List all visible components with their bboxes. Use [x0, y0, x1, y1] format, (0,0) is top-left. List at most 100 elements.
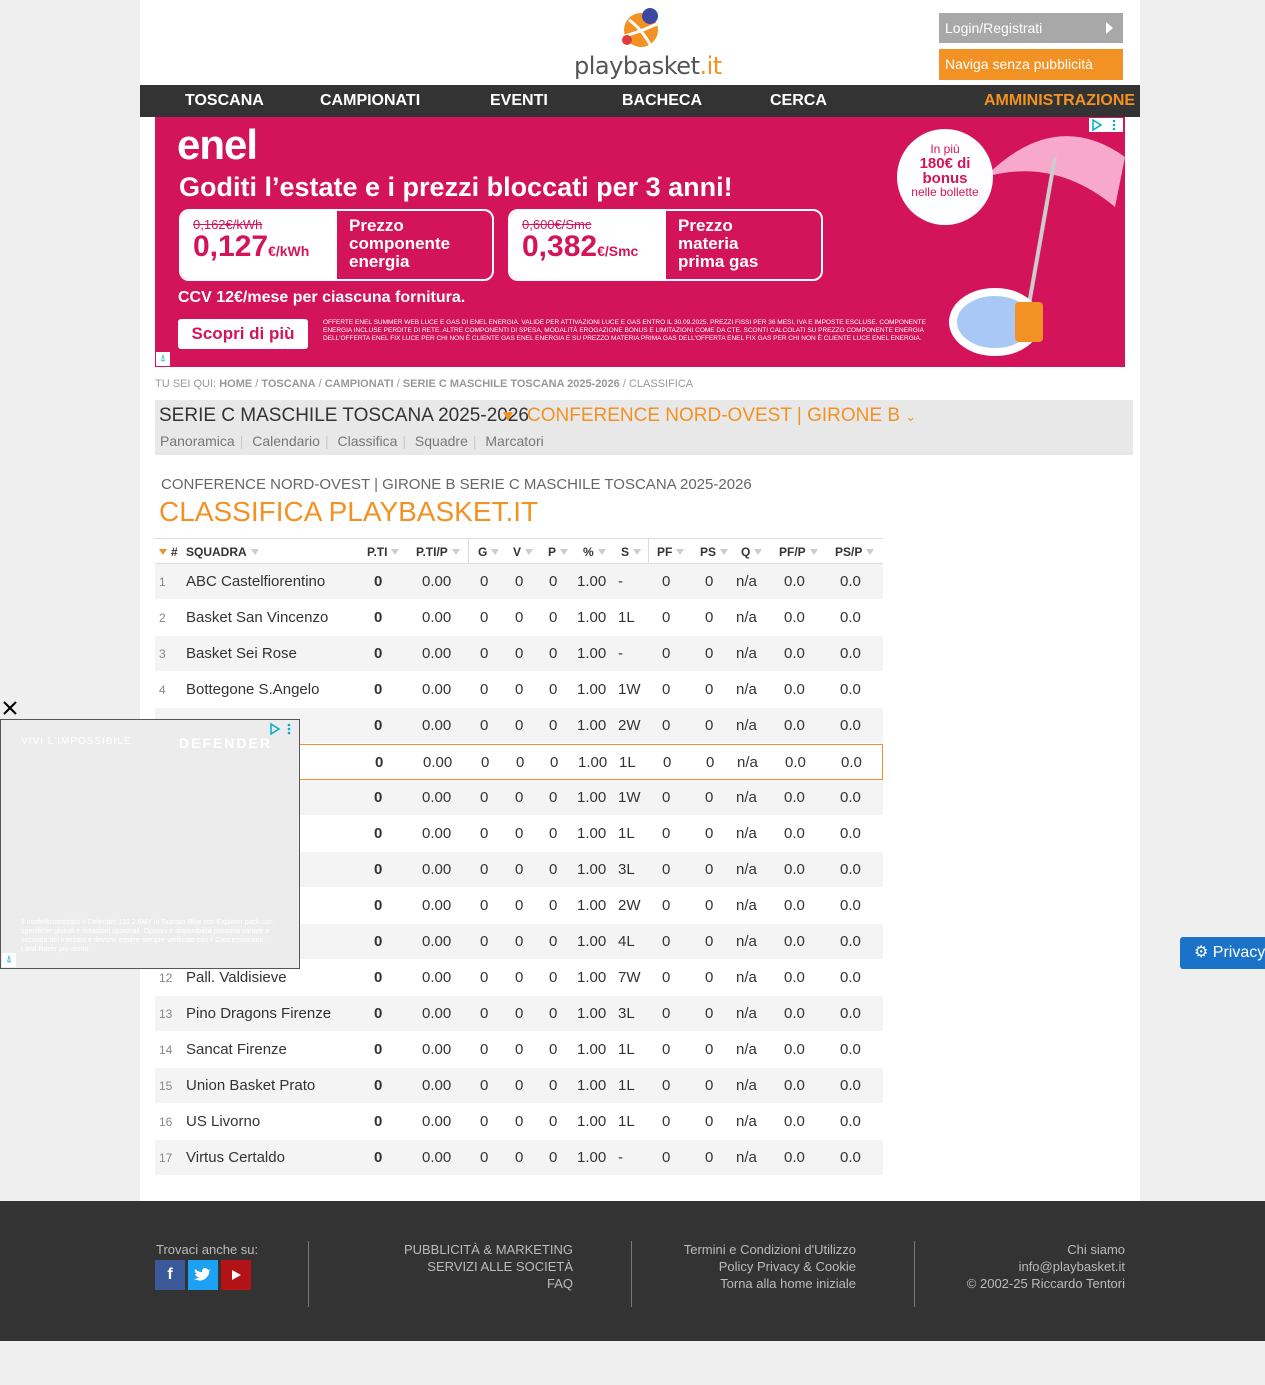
- cell-team[interactable]: Pino Dragons Firenze: [186, 1005, 331, 1022]
- tab-marcatori[interactable]: Marcatori: [485, 433, 543, 449]
- nav-item-amministrazione[interactable]: AMMINISTRAZIONE: [984, 85, 1135, 117]
- overlay-ad[interactable]: VIVI L'IMPOSSIBILE DEFENDER Il modello m…: [0, 719, 300, 969]
- col-header-pf-p[interactable]: PF/P: [779, 545, 818, 559]
- sort-desc-icon: [159, 549, 167, 555]
- table-row[interactable]: 4 Bottegone S.Angelo 0 0.00 0 0 0 1.00 1W 0 0 n/a 0.…: [155, 672, 883, 708]
- adchoices-icon[interactable]: [1089, 118, 1123, 132]
- col-header-v[interactable]: V: [513, 545, 534, 559]
- cell-team[interactable]: Virtus Certaldo: [186, 1149, 285, 1166]
- cell-pf-p: 0.0: [785, 754, 806, 771]
- col-header-pti-p[interactable]: P.TI/P: [416, 545, 460, 559]
- col-header-pf[interactable]: PF: [657, 545, 685, 559]
- cell-pti-p: 0.00: [422, 789, 452, 806]
- cell-team[interactable]: Basket San Vincenzo: [186, 609, 328, 626]
- cell-g: 0: [480, 1005, 489, 1022]
- ad-banner[interactable]: enel Goditi l’estate e i prezzi bloccati…: [155, 117, 1125, 367]
- table-row[interactable]: 13 Pino Dragons Firenze 0 0.00 0 0 0 1.00 3L 0 0 n/…: [155, 996, 883, 1032]
- cell-rank: 1: [159, 575, 166, 589]
- footer-link-faq[interactable]: FAQ: [380, 1275, 573, 1292]
- tab-panoramica[interactable]: Panoramica: [160, 433, 235, 449]
- table-row[interactable]: 1 ABC Castelfiorentino 0 0.00 0 0 0 1.00- 0 0 n/a 0…: [155, 564, 883, 600]
- cell-v: 0: [515, 1113, 524, 1130]
- col-header-ps[interactable]: PS: [700, 545, 729, 559]
- cell-streak: -: [618, 573, 623, 590]
- table-row[interactable]: 2 Basket San Vincenzo 0 0.00 0 0 0 1.00 1L 0 0 n/a 0…: [155, 600, 883, 636]
- cell-streak: 1L: [619, 754, 636, 771]
- cell-team[interactable]: Basket Sei Rose: [186, 645, 297, 662]
- cell-ps-p: 0.0: [840, 609, 861, 626]
- ad-info-icon[interactable]: ⍋: [2, 953, 16, 967]
- nav-item-toscana[interactable]: TOSCANA: [185, 85, 264, 117]
- footer: Trovaci anche su: f PUBBLICITÀ & MARKETI…: [0, 1201, 1265, 1341]
- cell-streak: 1L: [618, 825, 635, 842]
- cell-pf-p: 0.0: [784, 1113, 805, 1130]
- cell-team[interactable]: ABC Castelfiorentino: [186, 573, 325, 590]
- cell-ps-p: 0.0: [840, 645, 861, 662]
- cell-team[interactable]: Sancat Firenze: [186, 1041, 287, 1058]
- table-row[interactable]: 16 US Livorno 0 0.00 0 0 0 1.00 1L 0 0 n/a 0.0 0.0: [155, 1104, 883, 1140]
- footer-link-termini[interactable]: Termini e Condizioni d'Utilizzo: [660, 1241, 856, 1258]
- col-header-p[interactable]: P: [548, 545, 569, 559]
- table-row[interactable]: 17 Virtus Certaldo 0 0.00 0 0 0 1.00- 0 0 n/a 0.0 0.…: [155, 1140, 883, 1176]
- cell-streak: 4L: [618, 933, 635, 950]
- nav-item-eventi[interactable]: EVENTI: [490, 85, 548, 117]
- nav-item-bacheca[interactable]: BACHECA: [622, 85, 702, 117]
- col-header-s[interactable]: S: [621, 545, 642, 559]
- cell-team[interactable]: Pall. Valdisieve: [186, 969, 287, 986]
- breadcrumb-league[interactable]: SERIE C MASCHILE TOSCANA 2025-2026: [403, 378, 620, 390]
- ad-price-unit: €/kWh: [268, 243, 310, 259]
- table-row[interactable]: 15 Union Basket Prato 0 0.00 0 0 0 1.00 1L 0 0 n/a 0…: [155, 1068, 883, 1104]
- cell-pf: 0: [662, 681, 671, 698]
- table-row[interactable]: 14 Sancat Firenze 0 0.00 0 0 0 1.00 1L 0 0 n/a 0.0 0.…: [155, 1032, 883, 1068]
- col-header-pti[interactable]: P.TI: [367, 545, 400, 559]
- footer-email[interactable]: info@playbasket.it: [925, 1258, 1125, 1275]
- breadcrumb-campionati[interactable]: CAMPIONATI: [325, 378, 394, 390]
- league-dropdown-icon[interactable]: [503, 412, 513, 421]
- cell-ps-p: 0.0: [841, 754, 862, 771]
- privacy-settings-button[interactable]: ⚙ Privacy: [1180, 937, 1265, 969]
- cell-team[interactable]: Union Basket Prato: [186, 1077, 315, 1094]
- col-header-q[interactable]: Q: [741, 545, 763, 559]
- close-icon[interactable]: [0, 698, 20, 718]
- nav-item-campionati[interactable]: CAMPIONATI: [320, 85, 420, 117]
- footer-link-pubblicita[interactable]: PUBBLICITÀ & MARKETING: [380, 1241, 573, 1258]
- cell-pti-p: 0.00: [422, 969, 452, 986]
- facebook-icon[interactable]: f: [155, 1260, 185, 1290]
- col-header-rank[interactable]: #: [159, 545, 178, 559]
- adchoices-icon[interactable]: [268, 722, 296, 736]
- cell-g: 0: [480, 609, 489, 626]
- footer-link-chi-siamo[interactable]: Chi siamo: [925, 1241, 1125, 1258]
- cell-g: 0: [480, 969, 489, 986]
- cell-q: n/a: [736, 933, 757, 950]
- footer-link-home[interactable]: Torna alla home iniziale: [660, 1275, 856, 1292]
- tab-squadre[interactable]: Squadre: [415, 433, 468, 449]
- cell-pti-p: 0.00: [422, 861, 452, 878]
- youtube-icon[interactable]: [221, 1260, 251, 1290]
- nav-item-cerca[interactable]: CERCA: [770, 85, 827, 117]
- twitter-icon[interactable]: [188, 1260, 218, 1290]
- site-logo[interactable]: playbasket.it: [574, 6, 722, 80]
- footer-link-servizi[interactable]: SERVIZI ALLE SOCIETÀ: [380, 1258, 573, 1275]
- col-header-pct[interactable]: %: [583, 545, 606, 559]
- ad-info-icon[interactable]: ⍋: [156, 352, 170, 366]
- cell-team[interactable]: US Livorno: [186, 1113, 260, 1130]
- cell-ps-p: 0.0: [840, 1077, 861, 1094]
- cell-ps-p: 0.0: [840, 789, 861, 806]
- cell-pti: 0: [374, 861, 383, 878]
- footer-link-privacy[interactable]: Policy Privacy & Cookie: [660, 1258, 856, 1275]
- ad-cta-button[interactable]: Scopri di più: [178, 319, 308, 349]
- breadcrumb-home[interactable]: HOME: [219, 378, 252, 390]
- cell-pf: 0: [662, 1041, 671, 1058]
- col-header-ps-p[interactable]: PS/P: [835, 545, 875, 559]
- login-button[interactable]: Login/Registrati: [939, 13, 1123, 43]
- league-title[interactable]: SERIE C MASCHILE TOSCANA 2025-2026: [159, 405, 529, 427]
- col-header-squadra[interactable]: SQUADRA: [186, 545, 259, 559]
- tab-classifica[interactable]: Classifica: [337, 433, 397, 449]
- cell-team[interactable]: Bottegone S.Angelo: [186, 681, 319, 698]
- breadcrumb-toscana[interactable]: TOSCANA: [261, 378, 315, 390]
- tab-calendario[interactable]: Calendario: [252, 433, 320, 449]
- table-row[interactable]: 3 Basket Sei Rose 0 0.00 0 0 0 1.00- 0 0 n/a 0.0 0.0: [155, 636, 883, 672]
- no-ads-button[interactable]: Naviga senza pubblicità: [939, 49, 1123, 80]
- group-selector[interactable]: CONFERENCE NORD-OVEST | GIRONE B ⌄: [527, 405, 916, 427]
- col-header-g[interactable]: G: [478, 545, 500, 559]
